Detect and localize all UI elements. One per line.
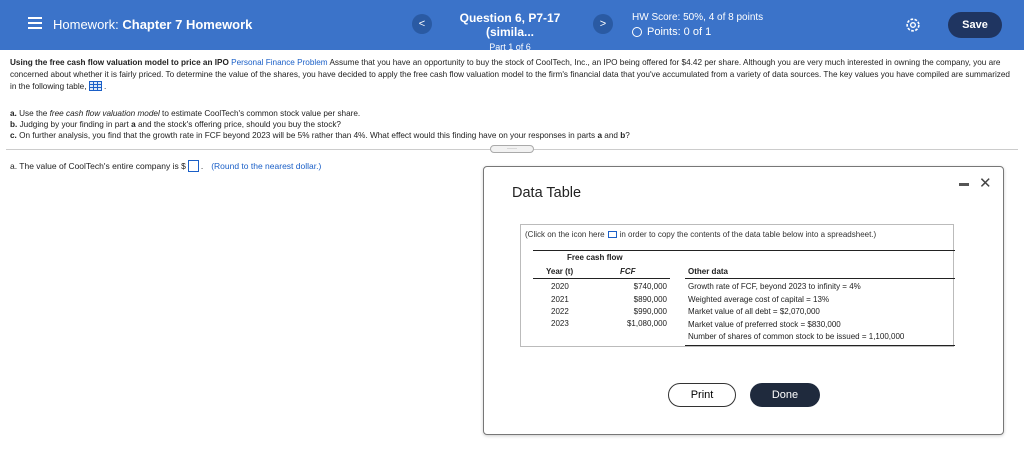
next-question-button[interactable]: > (593, 14, 613, 34)
company-value-input[interactable] (187, 160, 199, 172)
part-b-bold: a (131, 120, 136, 129)
fcf-group-header: Free cash flow (567, 253, 623, 262)
part-b-prefix: b. (10, 120, 18, 129)
menu-icon[interactable] (28, 17, 42, 31)
question-parts: a. Use the free cash flow valuation mode… (10, 108, 630, 141)
copy-text-pre: (Click on the icon here (525, 230, 605, 239)
save-button[interactable]: Save (948, 12, 1002, 38)
year-cell: 2023 (551, 319, 569, 328)
data-table-box: (Click on the icon here in order to copy … (520, 224, 955, 347)
answer-prompt: a. The value of CoolTech's entire compan… (10, 161, 186, 171)
part-a-pre: Use the (19, 109, 48, 118)
print-button[interactable]: Print (668, 383, 736, 407)
hw-score: HW Score: 50%, 4 of 8 points (632, 12, 764, 23)
other-data-item: Weighted average cost of capital = 13% (688, 295, 830, 304)
homework-title: Homework: Chapter 7 Homework (53, 17, 252, 32)
col-other-header: Other data (688, 267, 729, 276)
part-c-bold-a: a (597, 131, 602, 140)
part-a-italic: free cash flow valuation model (49, 109, 160, 118)
previous-question-button[interactable]: < (412, 14, 432, 34)
copy-instructions: (Click on the icon here in order to copy … (525, 230, 876, 239)
table-top-rule (533, 250, 955, 251)
data-table-dialog: Data Table ✕ (Click on the icon here in o… (483, 166, 1004, 435)
question-part: Part 1 of 6 (489, 42, 531, 52)
done-button[interactable]: Done (750, 383, 820, 407)
problem-heading: Using the free cash flow valuation model… (10, 58, 229, 67)
part-c-and: and (604, 131, 618, 140)
part-a-post: to estimate CoolTech's common stock valu… (162, 109, 361, 118)
answer-row: a. The value of CoolTech's entire compan… (10, 160, 321, 172)
part-c-end: ? (625, 131, 630, 140)
close-icon[interactable]: ✕ (979, 174, 992, 192)
header-rule-left (533, 278, 670, 279)
year-cell: 2020 (551, 282, 569, 291)
part-a: a. Use the free cash flow valuation mode… (10, 108, 630, 119)
year-cell: 2021 (551, 295, 569, 304)
fcf-cell: $740,000 (633, 282, 667, 291)
problem-end-punct: . (104, 82, 107, 91)
part-b-text-2: and the stock's offering price, should y… (137, 120, 341, 129)
other-data-item: Market value of all debt = $2,070,000 (688, 307, 820, 316)
part-c: c. On further analysis, you find that th… (10, 130, 630, 141)
other-data-item: Number of shares of common stock to be i… (688, 332, 905, 341)
points-row: Points: 0 of 1 (632, 26, 763, 38)
table-bottom-rule (685, 345, 955, 346)
top-bar: Homework: Chapter 7 Homework < Question … (0, 0, 1024, 52)
expand-handle[interactable]: ····· (490, 145, 534, 153)
col-year-header: Year (t) (546, 267, 574, 276)
other-data-item: Growth rate of FCF, beyond 2023 to infin… (688, 282, 861, 291)
score-panel: HW Score: 50%, 4 of 8 points Points: 0 o… (632, 12, 763, 38)
copy-icon[interactable] (607, 231, 617, 238)
part-b: b. Judging by your finding in part a and… (10, 119, 630, 130)
personal-finance-link[interactable]: Personal Finance Problem (231, 58, 327, 67)
fcf-cell: $990,000 (633, 307, 667, 316)
copy-text-post: in order to copy the contents of the dat… (619, 230, 877, 239)
points-text: Points: 0 of 1 (647, 26, 712, 38)
fcf-cell: $890,000 (633, 295, 667, 304)
question-selector[interactable]: Question 6, P7-17 (simila... Part 1 of 6 (440, 11, 580, 52)
part-c-prefix: c. (10, 131, 17, 140)
homework-title-prefix: Homework: (53, 17, 119, 32)
question-title: Question 6, P7-17 (simila... (459, 11, 561, 39)
minimize-button[interactable] (959, 183, 969, 186)
col-fcf-header: FCF (620, 267, 636, 276)
answer-after: . (200, 161, 204, 171)
header-rule-right (685, 278, 955, 279)
problem-statement: Using the free cash flow valuation model… (10, 57, 1015, 93)
other-data-item: Market value of preferred stock = $830,0… (688, 320, 841, 329)
homework-title-main: Chapter 7 Homework (122, 17, 253, 32)
year-cell: 2022 (551, 307, 569, 316)
rounding-hint: (Round to the nearest dollar.) (211, 161, 322, 171)
gear-icon[interactable] (904, 16, 922, 34)
part-a-prefix: a. (10, 109, 17, 118)
fcf-cell: $1,080,000 (626, 319, 667, 328)
dialog-title: Data Table (512, 185, 582, 201)
progress-circle-icon (632, 27, 642, 37)
data-table-icon[interactable] (88, 81, 102, 91)
part-b-text-1: Judging by your finding in part (19, 120, 129, 129)
part-c-text: On further analysis, you find that the g… (19, 131, 596, 140)
